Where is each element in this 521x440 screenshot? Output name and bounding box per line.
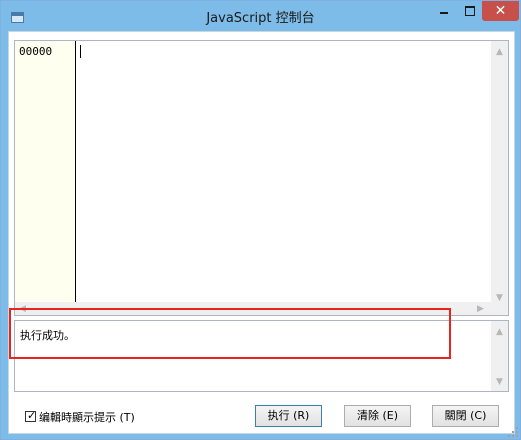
- minimize-icon: [440, 12, 448, 14]
- scroll-up-icon[interactable]: ▲: [496, 47, 503, 57]
- run-button[interactable]: 执行 (R): [255, 405, 322, 427]
- line-number: 00000: [19, 45, 53, 58]
- text-caret: [80, 45, 81, 58]
- editor-vertical-scrollbar[interactable]: ▲ ▼: [491, 41, 508, 315]
- close-icon: ✕: [494, 3, 507, 19]
- line-number-gutter: 00000: [15, 41, 76, 302]
- checkmark-icon: ✓: [27, 409, 37, 422]
- scroll-right-icon[interactable]: ▶: [477, 304, 484, 314]
- maximize-icon: [465, 6, 475, 16]
- highlight-box: [9, 308, 451, 359]
- close-button[interactable]: 關閉 (C): [432, 405, 499, 427]
- code-editor[interactable]: 00000 ▲ ▼ ◀ ▶: [14, 40, 509, 316]
- show-hints-checkbox[interactable]: ✓: [25, 409, 37, 422]
- show-hints-label[interactable]: 编輯時顯示提示 (T): [39, 409, 135, 425]
- scroll-down-icon[interactable]: ▼: [496, 377, 503, 387]
- resize-grip-icon[interactable]: [508, 427, 518, 437]
- minimize-button[interactable]: [431, 1, 457, 21]
- close-window-button[interactable]: ✕: [482, 1, 519, 21]
- maximize-button[interactable]: [457, 1, 483, 21]
- scroll-down-icon[interactable]: ▼: [496, 293, 503, 303]
- scroll-up-icon[interactable]: ▲: [496, 327, 503, 337]
- title-bar[interactable]: JavaScript 控制台 ✕: [1, 1, 520, 31]
- output-vertical-scrollbar[interactable]: ▲ ▼: [491, 321, 508, 391]
- clear-button[interactable]: 清除 (E): [344, 405, 411, 427]
